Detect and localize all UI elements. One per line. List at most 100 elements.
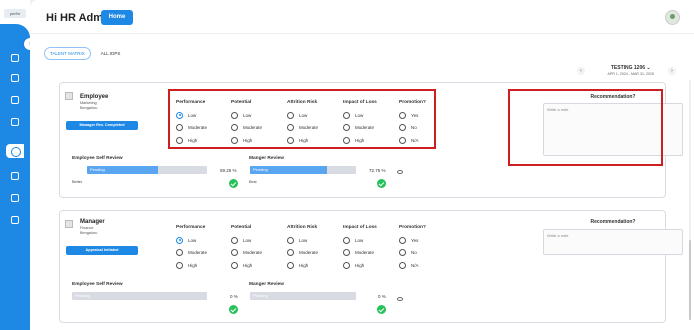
cycle-selector[interactable]: TESTING 1206 ⌄ APR 1, 2024 - MAR 31, 202… — [607, 65, 654, 76]
potential-high-option[interactable]: High — [231, 259, 287, 272]
radio-icon[interactable] — [231, 249, 238, 257]
home-button[interactable]: Home — [101, 10, 133, 25]
header-divider — [30, 33, 694, 34]
promotion-no-option[interactable]: No — [399, 247, 455, 260]
option-label: Yes — [411, 237, 419, 243]
option-label: Low — [299, 237, 308, 243]
potential-moderate-option[interactable]: Moderate — [231, 247, 287, 260]
employee-photo — [65, 220, 73, 228]
self-review-progress-bar: Pending — [72, 292, 207, 300]
impact-high-option[interactable]: High — [343, 259, 399, 272]
manager-review-progress-bar: Pending — [250, 166, 356, 174]
impact-of-loss-group: Impact of Loss Low Moderate High — [343, 225, 399, 272]
prev-cycle-chevron-icon[interactable]: ‹ — [577, 67, 585, 75]
attrition-risk-title: Attrition Risk — [287, 225, 318, 230]
option-label: High — [355, 262, 365, 268]
self-review-check-icon — [229, 179, 238, 188]
tab-all-idps[interactable]: ALL IDPS — [95, 47, 127, 60]
option-label: N/A — [411, 262, 419, 268]
impact-low-option[interactable]: Low — [343, 234, 399, 247]
manager-review-percent: 0 % — [378, 294, 386, 299]
manager-review-check-icon — [377, 305, 386, 314]
performance-title: Performance — [176, 225, 206, 230]
recommendation-note-input[interactable]: Write a note — [543, 229, 683, 255]
radio-icon[interactable] — [231, 236, 238, 244]
performance-high-option[interactable]: High — [176, 259, 232, 272]
tab-talent-matrix[interactable]: TALENT MATRIX — [44, 47, 91, 60]
radio-icon[interactable] — [399, 261, 406, 269]
scrollbar-thumb[interactable] — [689, 240, 691, 320]
radio-icon[interactable] — [287, 236, 294, 244]
impact-moderate-option[interactable]: Moderate — [343, 247, 399, 260]
option-label: Moderate — [188, 250, 208, 256]
document-icon[interactable] — [11, 194, 19, 202]
radio-icon[interactable] — [399, 249, 406, 257]
calendar-icon[interactable] — [11, 216, 19, 224]
promotion-na-option[interactable]: N/A — [399, 259, 455, 272]
review-status-button[interactable]: Appraisal Initiated — [66, 246, 138, 255]
attrition-moderate-option[interactable]: Moderate — [287, 247, 343, 260]
team-icon[interactable] — [11, 96, 19, 104]
manager-review-progress-bar: Pending — [250, 292, 356, 300]
radio-icon[interactable] — [399, 236, 406, 244]
self-review-progress-bar: Pending — [87, 166, 207, 174]
option-label: High — [299, 262, 309, 268]
attrition-low-option[interactable]: Low — [287, 234, 343, 247]
cycle-name[interactable]: TESTING 1206 ⌄ — [607, 65, 654, 71]
radio-icon[interactable] — [231, 261, 238, 269]
manager-review-rating: Best — [249, 180, 257, 184]
book-icon[interactable] — [11, 74, 19, 82]
option-label: Moderate — [355, 250, 375, 256]
option-label: High — [243, 262, 253, 268]
tab-bar: TALENT MATRIX ALL IDPS — [44, 47, 126, 60]
eye-icon[interactable] — [397, 170, 403, 174]
radio-icon[interactable] — [287, 249, 294, 257]
avatar[interactable] — [665, 10, 680, 25]
sidebar: perfhr — [0, 0, 30, 330]
impact-of-loss-title: Impact of Loss — [343, 225, 377, 230]
manager-review-check-icon — [377, 179, 386, 188]
radio-icon[interactable] — [176, 236, 183, 244]
criteria-highlight-box — [168, 89, 436, 149]
report-icon[interactable] — [11, 118, 19, 126]
attrition-high-option[interactable]: High — [287, 259, 343, 272]
performance-low-option[interactable]: Low — [176, 234, 232, 247]
manager-card: Manager Finance Bengaluru Appraisal Init… — [59, 210, 683, 323]
radio-icon[interactable] — [343, 236, 350, 244]
potential-low-option[interactable]: Low — [231, 234, 287, 247]
performance-moderate-option[interactable]: Moderate — [176, 247, 232, 260]
promotion-yes-option[interactable]: Yes — [399, 234, 455, 247]
employee-name: Manager — [80, 219, 105, 225]
next-cycle-chevron-icon[interactable]: › — [668, 67, 676, 75]
talent-matrix-icon[interactable] — [6, 144, 24, 158]
employee-name: Employee — [80, 94, 109, 100]
main-content: Hi HR Admin Home TALENT MATRIX ALL IDPS … — [30, 0, 694, 330]
review-status-button[interactable]: Manager Rev. Completed — [66, 121, 138, 130]
eye-icon[interactable] — [397, 297, 403, 301]
radio-icon[interactable] — [176, 249, 183, 257]
scrollbar[interactable] — [689, 80, 691, 320]
employee-self-review-label: Employee Self Review — [72, 282, 123, 287]
radio-icon[interactable] — [343, 249, 350, 257]
option-label: Moderate — [243, 250, 263, 256]
megaphone-icon[interactable] — [11, 172, 19, 180]
radio-icon[interactable] — [343, 261, 350, 269]
app-logo: perfhr — [4, 9, 26, 18]
option-label: Low — [243, 237, 252, 243]
radio-icon[interactable] — [287, 261, 294, 269]
employee-photo — [65, 92, 73, 100]
manager-review-label: Manger Review — [249, 282, 284, 287]
employee-self-review-label: Employee Self Review — [72, 156, 123, 161]
employee-location: Bengaluru — [80, 231, 98, 235]
recommendation-title: Recommendation? — [590, 219, 636, 225]
promotion-title: Promotion? — [399, 225, 426, 230]
manager-review-status: Pending — [253, 293, 268, 298]
manager-review-status: Pending — [253, 167, 268, 172]
dashboard-icon[interactable] — [11, 54, 19, 62]
option-label: Moderate — [299, 250, 319, 256]
promotion-group: Promotion? Yes No N/A — [399, 225, 455, 272]
option-label: No — [411, 250, 417, 256]
self-review-status: Pending — [75, 293, 90, 298]
radio-icon[interactable] — [176, 261, 183, 269]
potential-group: Potential Low Moderate High — [231, 225, 287, 272]
